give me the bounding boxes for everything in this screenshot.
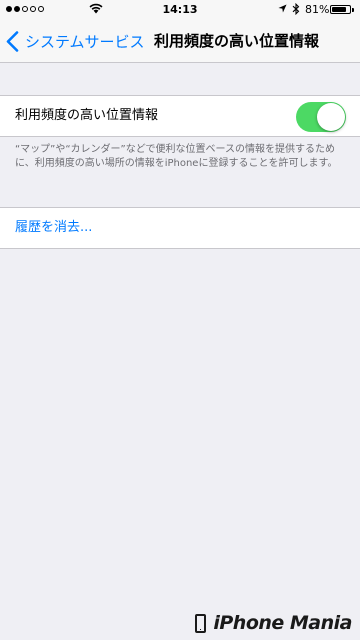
battery-tip	[352, 8, 354, 12]
chevron-left-icon	[6, 31, 19, 52]
settings-screen: 14:13 81% システムサービス 利用頻度の高い位置情報 利用頻度の高い位置…	[0, 0, 360, 640]
battery-level	[332, 7, 346, 12]
location-arrow-icon	[278, 4, 287, 13]
navigation-bar: システムサービス 利用頻度の高い位置情報	[0, 20, 360, 63]
battery-icon	[330, 5, 351, 14]
frequent-locations-row: 利用頻度の高い位置情報	[0, 95, 360, 137]
clear-history-button[interactable]: 履歴を消去...	[15, 208, 92, 248]
back-button[interactable]: システムサービス	[6, 20, 145, 63]
watermark-text: iPhone Mania	[213, 612, 352, 634]
phone-logo-icon	[195, 613, 207, 633]
status-bar: 14:13 81%	[0, 0, 360, 20]
page-title: 利用頻度の高い位置情報	[154, 32, 320, 50]
bluetooth-icon	[292, 3, 300, 15]
back-button-label: システムサービス	[25, 33, 145, 51]
battery-percentage: 81%	[305, 3, 330, 16]
clear-history-row[interactable]: 履歴を消去...	[0, 207, 360, 249]
frequent-locations-switch[interactable]	[296, 102, 346, 132]
watermark: iPhone Mania	[195, 612, 352, 634]
switch-knob	[317, 103, 345, 131]
frequent-locations-label: 利用頻度の高い位置情報	[15, 108, 159, 123]
setting-description: “マップ”や“カレンダー”などで便利な位置ベースの情報を提供するために、利用頻度…	[15, 144, 338, 169]
